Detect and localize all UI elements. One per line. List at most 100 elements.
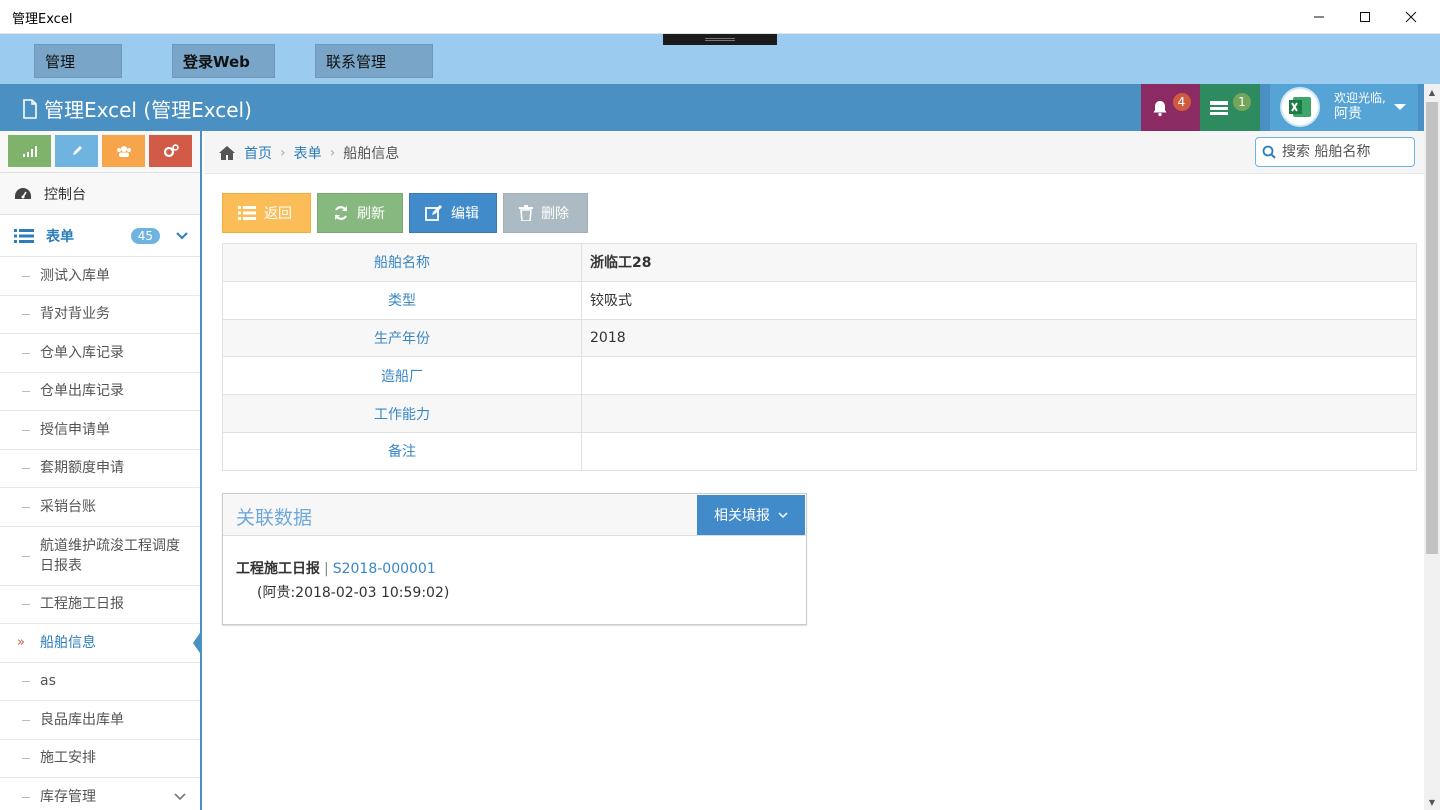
field-label: 造船厂 (222, 356, 582, 396)
sidebar-shortcuts (0, 131, 200, 173)
sidebar-item-dashboard[interactable]: 控制台 (0, 173, 200, 215)
scrollbar-thumb[interactable] (1426, 102, 1438, 554)
user-name: 阿贵 (1334, 106, 1362, 122)
edit-label: 编辑 (451, 206, 479, 222)
vertical-scrollbar[interactable]: ▲ ▼ (1424, 84, 1440, 810)
field-label: 类型 (222, 280, 582, 320)
breadcrumb-forms[interactable]: 表单 (294, 143, 322, 163)
tasks-button[interactable]: 1 (1200, 84, 1260, 131)
field-value: 铰吸式 (581, 280, 1417, 320)
search-input[interactable] (1282, 144, 1407, 160)
table-row: 类型 铰吸式 (222, 280, 1417, 320)
home-icon (219, 146, 235, 160)
sidebar-item-label: 控制台 (44, 186, 86, 203)
shortcut-settings-button[interactable] (149, 135, 192, 167)
breadcrumb-current: 船舶信息 (343, 146, 400, 162)
chevron-down-icon (778, 511, 788, 518)
sidebar-subitem-inventory[interactable]: 库存管理 (0, 778, 200, 810)
field-label: 船舶名称 (222, 243, 582, 282)
related-entry: 工程施工日报 | S2018-000001 (236, 558, 793, 578)
drag-handle[interactable] (663, 34, 777, 45)
sidebar-subitem[interactable]: as (0, 662, 200, 701)
breadcrumb-bar: 首页 › 表单 › 船舶信息 (204, 131, 1424, 174)
field-value (581, 431, 1417, 471)
users-icon (116, 146, 131, 157)
delete-button[interactable]: 删除 (503, 193, 588, 233)
related-entry-separator: | (324, 561, 329, 577)
widget-header: 关联数据 相关填报 (223, 494, 806, 536)
detail-table: 船舶名称 浙临工28 类型 铰吸式 生产年份 2018 造船厂 工作能力 备注 (222, 243, 1417, 471)
search-icon (1262, 145, 1276, 159)
edit-button[interactable]: 编辑 (409, 193, 497, 233)
field-value (581, 394, 1417, 433)
sidebar-subitem[interactable]: 良品库出库单 (0, 701, 200, 740)
shortcut-users-button[interactable] (102, 135, 145, 167)
menu-login-web[interactable]: 登录Web版 (172, 44, 275, 105)
tasks-icon (1210, 100, 1228, 115)
edit-icon (425, 205, 442, 221)
table-row: 工作能力 (222, 394, 1417, 433)
related-entry-link[interactable]: S2018-000001 (333, 561, 436, 577)
shortcut-stats-button[interactable] (8, 135, 51, 167)
sidebar-subitem-current[interactable]: » 船舶信息 (0, 624, 200, 663)
sidebar-subitem[interactable]: 施工安排 (0, 739, 200, 778)
refresh-icon (334, 206, 348, 220)
field-value: 2018 (581, 318, 1417, 358)
shortcut-edit-button[interactable] (55, 135, 98, 167)
sidebar-subitem[interactable]: 航道维护疏浚工程调度日报表 (0, 526, 200, 586)
sidebar-subitem[interactable]: 工程施工日报 (0, 585, 200, 624)
list-icon (14, 228, 34, 243)
related-entry-meta: (阿贵:2018-02-03 10:59:02) (257, 585, 450, 601)
maximize-button[interactable] (1342, 0, 1388, 34)
tasks-badge: 1 (1233, 92, 1251, 111)
refresh-button[interactable]: 刷新 (317, 193, 403, 233)
back-button[interactable]: 返回 (222, 193, 311, 233)
sidebar: 控制台 表单 45 测试入库单 背对背业务 仓单入库记录 仓单出库记录 授信申请… (0, 131, 202, 810)
notifications-button[interactable]: 4 (1141, 84, 1200, 131)
page-title-text: 管理Excel (管理Excel) (44, 98, 252, 122)
dropdown-label: 相关填报 (714, 508, 770, 524)
breadcrumb-home[interactable]: 首页 (244, 143, 272, 163)
pencil-icon (72, 146, 82, 155)
menu-manage-excel[interactable]: 管理Excel (34, 44, 122, 105)
minimize-button[interactable] (1296, 0, 1342, 34)
list-icon (238, 206, 256, 220)
breadcrumb: 首页 › 表单 › 船舶信息 (218, 143, 399, 163)
field-value: 浙临工28 (581, 243, 1417, 282)
chevron-down-icon (174, 793, 186, 800)
scroll-down-icon[interactable]: ▼ (1424, 794, 1440, 810)
excel-icon (1289, 97, 1311, 117)
app-header: 管理Excel (管理Excel) 4 1 欢迎光临, 阿贵 (0, 84, 1424, 131)
sidebar-subitem[interactable]: 套期额度申请 (0, 449, 200, 488)
notifications-badge: 4 (1172, 92, 1191, 111)
double-chevron-right-icon: » (17, 634, 25, 650)
sidebar-subitem[interactable]: 仓单入库记录 (0, 334, 200, 373)
sidebar-subitem[interactable]: 背对背业务 (0, 295, 200, 334)
widget-body: 工程施工日报 | S2018-000001 (阿贵:2018-02-03 10:59… (223, 536, 806, 624)
sidebar-subitem[interactable]: 授信申请单 (0, 411, 200, 450)
user-menu[interactable]: 欢迎光临, 阿贵 (1270, 84, 1418, 131)
sidebar-subitem[interactable]: 测试入库单 (0, 257, 200, 296)
page-title: 管理Excel (管理Excel) (22, 94, 252, 123)
welcome-text: 欢迎光临, (1334, 91, 1386, 105)
related-forms-dropdown[interactable]: 相关填报 (697, 495, 805, 535)
related-entry-name: 工程施工日报 (236, 561, 320, 577)
close-button[interactable] (1388, 0, 1434, 34)
table-row: 生产年份 2018 (222, 318, 1417, 358)
gears-icon (163, 144, 179, 158)
menu-contact[interactable]: 联系管理Excel (315, 44, 433, 105)
field-label: 生产年份 (222, 318, 582, 358)
scroll-up-icon[interactable]: ▲ (1424, 84, 1440, 100)
sidebar-subitem[interactable]: 采销台账 (0, 488, 200, 527)
table-row: 船舶名称 浙临工28 (222, 243, 1417, 282)
sidebar-item-forms[interactable]: 表单 45 (0, 215, 200, 257)
table-row: 造船厂 (222, 356, 1417, 396)
window-titlebar: 管理Excel (0, 0, 1440, 34)
window-title: 管理Excel (12, 12, 73, 27)
sidebar-subitem-label: 船舶信息 (40, 634, 96, 651)
delete-label: 删除 (541, 206, 569, 222)
avatar (1280, 87, 1320, 127)
action-toolbar: 返回 刷新 编辑 删除 (222, 193, 588, 233)
search-box (1255, 137, 1415, 167)
sidebar-subitem[interactable]: 仓单出库记录 (0, 372, 200, 411)
